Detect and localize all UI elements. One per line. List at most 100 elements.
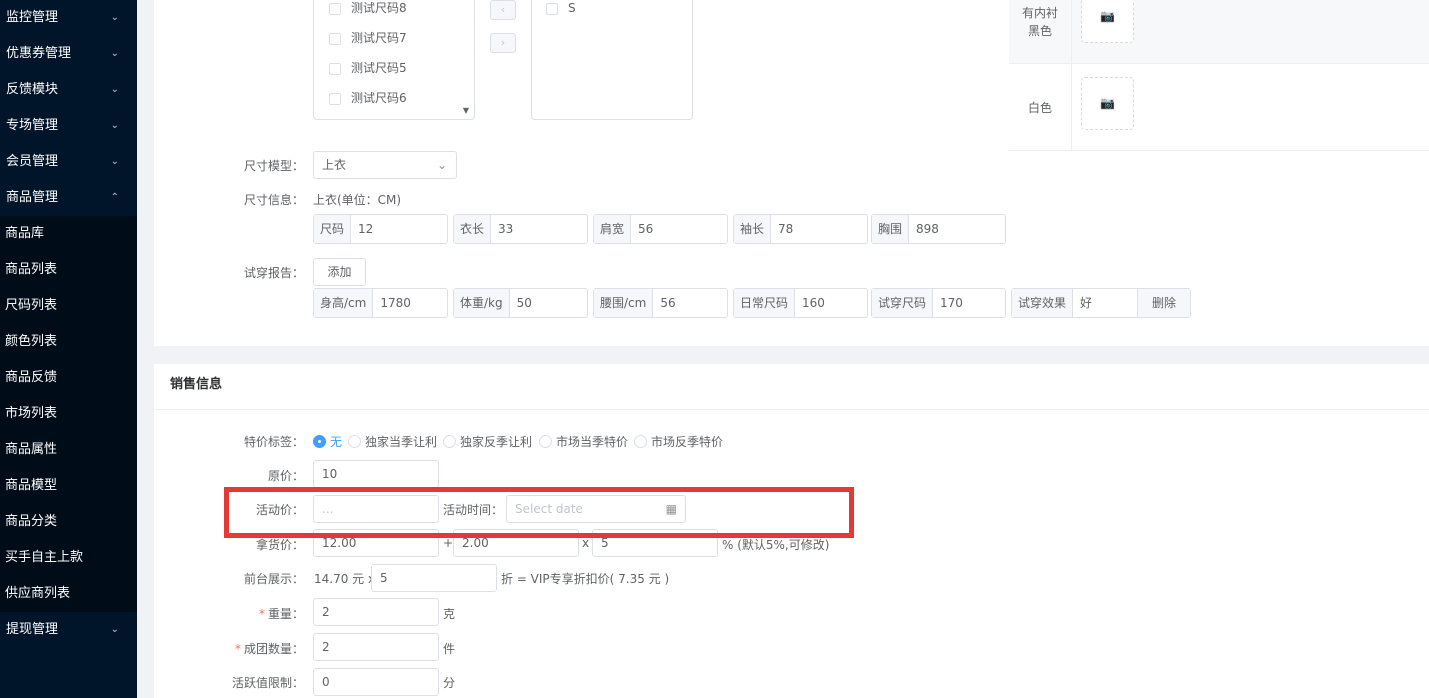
checkbox[interactable] (329, 62, 341, 75)
color-name: 白色 (1027, 101, 1052, 115)
sidebar-item-goods-attr[interactable]: 商品属性 (0, 432, 137, 468)
list-item[interactable]: 测试尺码7 (329, 28, 407, 48)
field-prefix: 胸围 (872, 215, 910, 243)
field-value[interactable]: 50 (510, 289, 532, 317)
field-prefix: 腰围/cm (594, 289, 654, 317)
delete-report-button[interactable]: 删除 (1136, 289, 1190, 317)
size-field-group[interactable]: 胸围 898 (871, 214, 1006, 244)
required-mark: * (234, 642, 241, 656)
field-prefix: 身高/cm (314, 289, 374, 317)
sidebar-item-goods-library[interactable]: 商品库 (0, 216, 137, 252)
report-field-group[interactable]: 试穿尺码 170 (871, 288, 1006, 318)
list-item-label: 测试尺码5 (351, 61, 407, 75)
size-field-group[interactable]: 衣长 33 (453, 214, 588, 244)
table-divider (1071, 0, 1072, 151)
field-value[interactable]: 78 (771, 215, 793, 243)
field-value[interactable]: 898 (909, 215, 939, 243)
size-transfer-right[interactable]: S (531, 0, 693, 120)
radio-market-season[interactable]: 市场当季特价 (539, 433, 628, 450)
camera-icon: 📷 (1100, 9, 1115, 23)
size-transfer-left[interactable]: 测试尺码8 测试尺码7 测试尺码5 测试尺码6 ▼ (313, 0, 475, 120)
report-field-group[interactable]: 身高/cm 1780 (313, 288, 448, 318)
chevron-down-icon: ⌄ (110, 156, 119, 167)
add-report-button[interactable]: 添加 (313, 258, 366, 286)
upload-image-button[interactable]: 📷 (1081, 77, 1134, 130)
menu-withdraw[interactable]: 提现管理 ⌄ (0, 612, 137, 648)
upload-image-button[interactable]: 📷 (1081, 0, 1134, 43)
chevron-down-icon: ⌄ (110, 84, 119, 95)
menu-coupon[interactable]: 优惠券管理 ⌄ (0, 36, 137, 72)
field-value[interactable]: 56 (631, 215, 653, 243)
radio-none[interactable]: 无 (313, 433, 342, 450)
radio-dot[interactable] (348, 435, 361, 448)
transfer-left-button[interactable]: ‹ (490, 0, 516, 20)
sidebar-item-supplier-list[interactable]: 供应商列表 (0, 576, 137, 612)
list-item[interactable]: S (546, 0, 576, 18)
menu-monitor[interactable]: 监控管理 ⌄ (0, 0, 137, 36)
group-label: * 成团数量： (214, 640, 304, 657)
field-value[interactable]: 1780 (373, 289, 411, 317)
report-field-group[interactable]: 试穿效果好删除 (1011, 288, 1191, 318)
report-field-group[interactable]: 体重/kg 50 (453, 288, 588, 318)
field-value[interactable]: 160 (795, 289, 825, 317)
size-field-group[interactable]: 尺码 12 (313, 214, 448, 244)
checkbox[interactable] (329, 2, 341, 15)
report-field-group[interactable]: 腰围/cm 56 (593, 288, 728, 318)
radio-exclusive-offseason[interactable]: 独家反季让利 (443, 433, 532, 450)
group-input[interactable]: 2 (313, 633, 439, 661)
list-item[interactable]: 测试尺码8 (329, 0, 407, 18)
chevron-down-icon: ⌄ (110, 120, 119, 131)
menu-feedback[interactable]: 反馈模块 ⌄ (0, 72, 137, 108)
sidebar-item-goods-category[interactable]: 商品分类 (0, 504, 137, 540)
sidebar-item-size-list[interactable]: 尺码列表 (0, 288, 137, 324)
field-value[interactable]: 56 (653, 289, 675, 317)
menu-goods[interactable]: 商品管理 ⌃ (0, 180, 137, 216)
checkbox[interactable] (546, 2, 558, 15)
field-value[interactable]: 12 (351, 215, 373, 243)
sidebar-item-goods-feedback[interactable]: 商品反馈 (0, 360, 137, 396)
size-field-group[interactable]: 袖长 78 (733, 214, 868, 244)
discount-input[interactable]: 5 (371, 564, 497, 592)
highlight-box (224, 487, 854, 538)
weight-input[interactable]: 2 (313, 598, 439, 626)
table-row: 白色 📷 (1009, 64, 1429, 151)
field-prefix: 尺码 (314, 215, 352, 243)
field-value[interactable]: 33 (491, 215, 513, 243)
radio-market-offseason[interactable]: 市场反季特价 (634, 433, 723, 450)
vip-text: 折 = VIP专享折扣价( 7.35 元 ) (501, 572, 670, 586)
field-value[interactable]: 170 (933, 289, 963, 317)
list-item-label: 测试尺码8 (351, 1, 407, 15)
checkbox[interactable] (329, 32, 341, 45)
camera-icon: 📷 (1100, 96, 1115, 110)
radio-dot[interactable] (539, 435, 552, 448)
field-prefix: 试穿效果 (1012, 289, 1074, 317)
radio-exclusive-season[interactable]: 独家当季让利 (348, 433, 437, 450)
radio-dot[interactable] (313, 435, 326, 448)
sidebar-item-buyer-upload[interactable]: 买手自主上款 (0, 540, 137, 576)
list-item[interactable]: 测试尺码5 (329, 58, 407, 78)
checkbox[interactable] (329, 92, 341, 105)
sidebar-item-goods-model[interactable]: 商品模型 (0, 468, 137, 504)
menu-label: 会员管理 (6, 154, 59, 169)
activity-limit-input[interactable]: 0 (313, 668, 439, 696)
report-field-group[interactable]: 日常尺码 160 (733, 288, 868, 318)
special-tag-label: 特价标签： (243, 435, 304, 449)
original-price-input[interactable]: 10 (313, 460, 439, 488)
radio-dot[interactable] (634, 435, 647, 448)
size-info-label: 尺寸信息： (243, 193, 304, 207)
scroll-down-icon[interactable]: ▼ (463, 106, 469, 115)
menu-label: 监控管理 (6, 10, 59, 25)
menu-special[interactable]: 专场管理 ⌄ (0, 108, 137, 144)
list-item[interactable]: 测试尺码6 (329, 88, 407, 108)
sidebar-item-color-list[interactable]: 颜色列表 (0, 324, 137, 360)
size-model-value: 上衣 (322, 158, 347, 172)
size-field-group[interactable]: 肩宽 56 (593, 214, 728, 244)
transfer-right-button[interactable]: › (490, 33, 516, 53)
original-price-label: 原价： (267, 469, 304, 483)
sidebar-item-goods-list[interactable]: 商品列表 (0, 252, 137, 288)
radio-dot[interactable] (443, 435, 456, 448)
menu-member[interactable]: 会员管理 ⌄ (0, 144, 137, 180)
field-value[interactable]: 好 (1073, 289, 1133, 317)
sidebar-item-market-list[interactable]: 市场列表 (0, 396, 137, 432)
size-model-select[interactable]: 上衣 ⌄ (313, 151, 457, 179)
